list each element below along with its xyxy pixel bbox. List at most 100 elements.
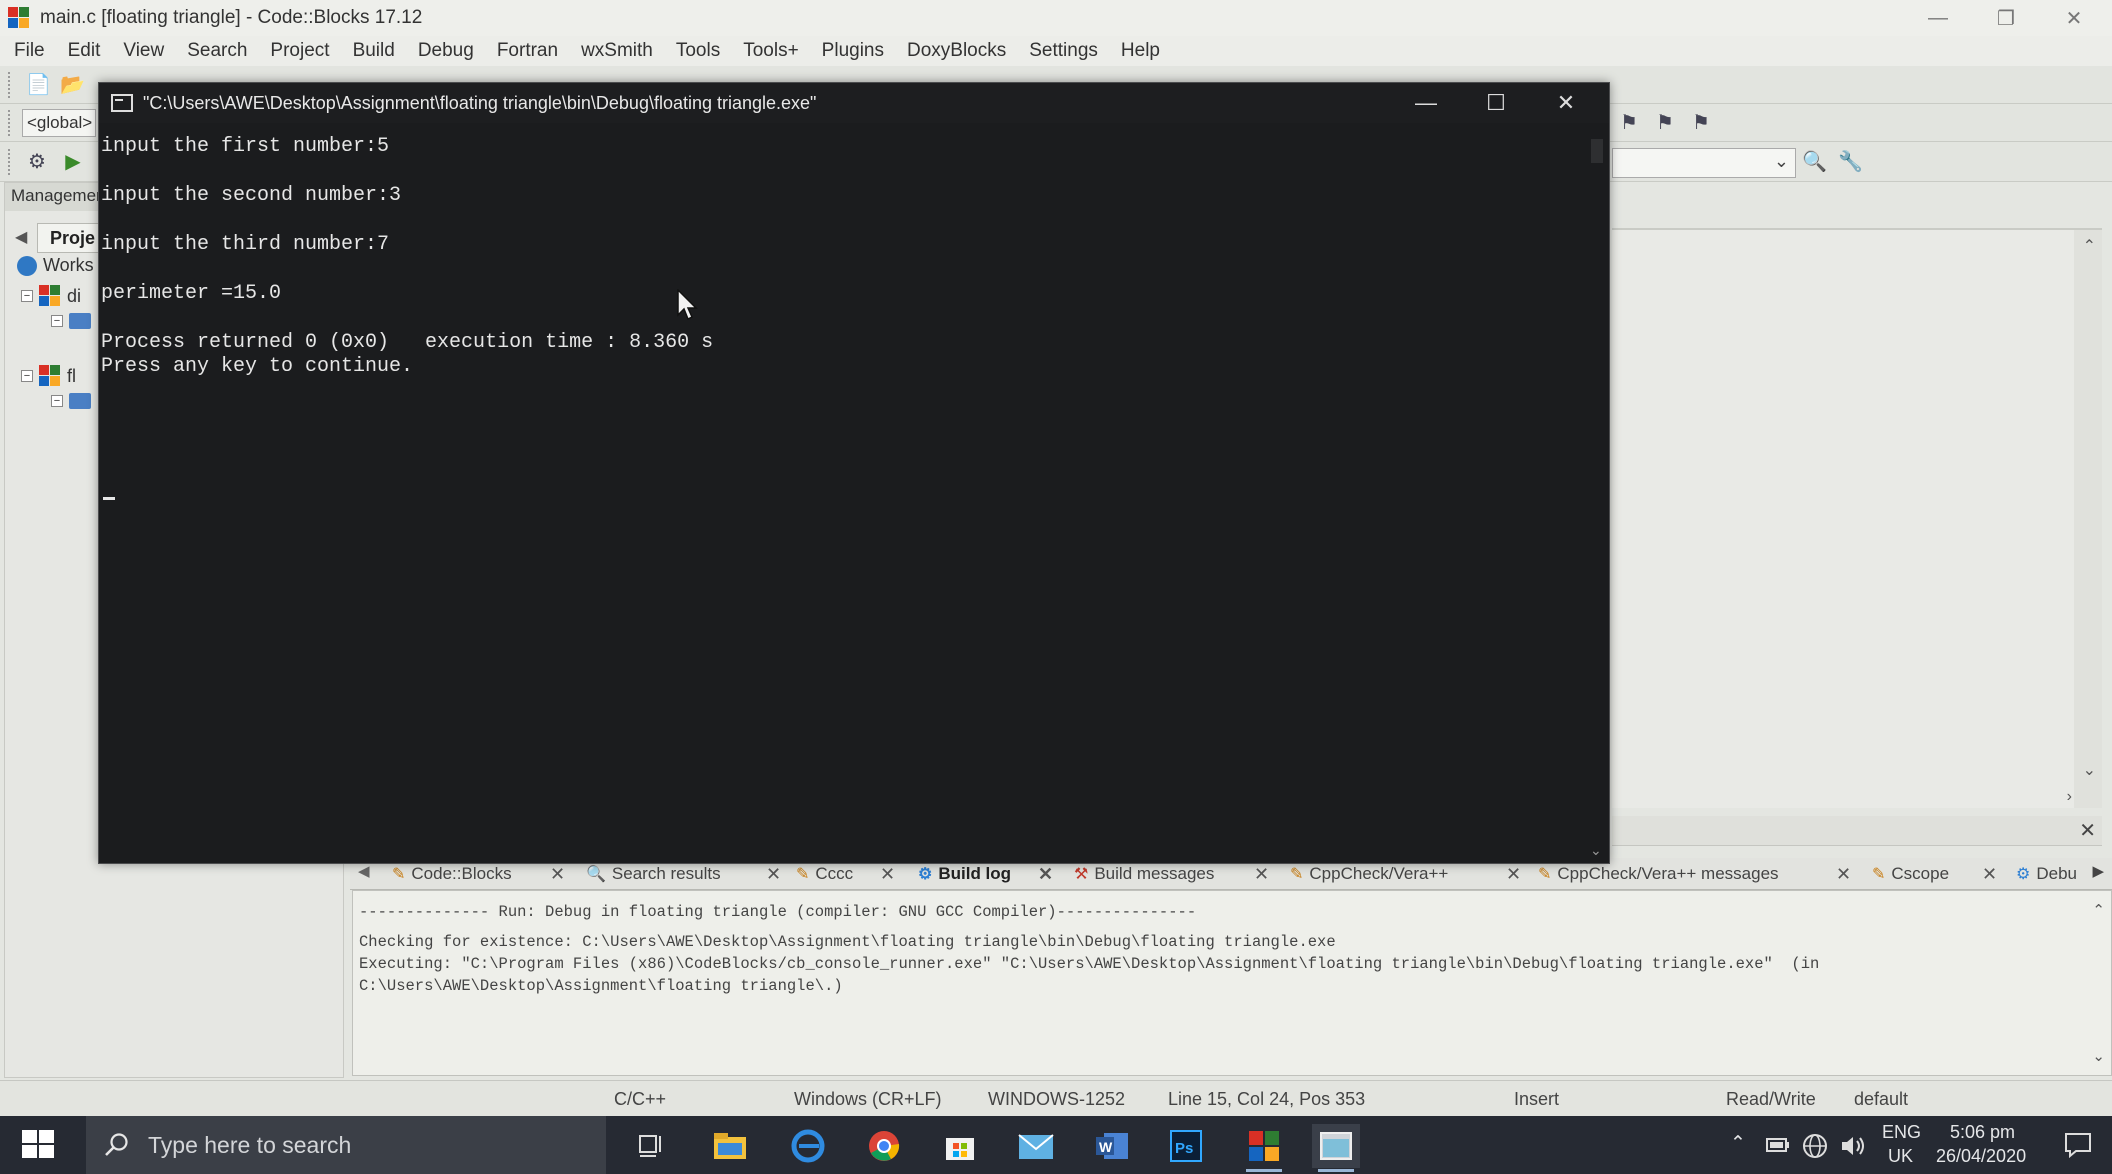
search-placeholder: Type here to search <box>148 1131 352 1158</box>
menu-build[interactable]: Build <box>353 40 395 62</box>
build-settings-icon[interactable]: ⚙ <box>26 151 48 173</box>
new-file-icon[interactable]: 📄 <box>26 74 51 96</box>
menu-view[interactable]: View <box>123 40 164 62</box>
close-icon[interactable]: ✕ <box>1982 864 1997 885</box>
file-explorer-icon[interactable] <box>706 1124 754 1168</box>
console-output[interactable]: input the first number:5 input the secon… <box>99 123 1587 863</box>
menu-plugins[interactable]: Plugins <box>822 40 884 62</box>
close-icon[interactable]: ✕ <box>766 864 781 885</box>
notification-icon[interactable] <box>2064 1132 2092 1158</box>
taskbar-search-box[interactable]: Type here to search <box>86 1116 606 1174</box>
volume-icon[interactable] <box>1840 1134 1866 1158</box>
minimize-button[interactable]: — <box>1904 0 1972 36</box>
chevron-down-icon[interactable]: ⌄ <box>2083 760 2096 780</box>
store-icon[interactable] <box>936 1124 984 1168</box>
edge-icon[interactable] <box>784 1124 832 1168</box>
mail-icon[interactable] <box>1012 1124 1060 1168</box>
chevron-left-icon[interactable]: ◀ <box>358 862 370 880</box>
close-icon[interactable]: ✕ <box>1254 864 1269 885</box>
close-icon[interactable]: ✕ <box>1836 864 1851 885</box>
build-log-output[interactable]: -------------- Run: Debug in floating tr… <box>352 890 2112 1076</box>
console-window[interactable]: "C:\Users\AWE\Desktop\Assignment\floatin… <box>98 82 1610 864</box>
tab-cscope[interactable]: ✎ Cscope ✕ <box>1872 858 1997 890</box>
tree-workspace[interactable]: Works <box>17 255 94 276</box>
bookmark-clear-icon[interactable]: ⚑ <box>1690 112 1712 134</box>
close-icon[interactable]: ✕ <box>880 864 895 885</box>
menu-search[interactable]: Search <box>187 40 247 62</box>
chevron-down-icon[interactable]: ⌄ <box>2092 1047 2105 1065</box>
bookmark-next-icon[interactable]: ⚑ <box>1654 112 1676 134</box>
battery-icon[interactable] <box>1766 1136 1790 1154</box>
menu-edit[interactable]: Edit <box>68 40 101 62</box>
toolbar-grip[interactable] <box>8 149 12 175</box>
codeblocks-taskbar-icon[interactable] <box>1240 1124 1288 1172</box>
chevron-up-icon[interactable]: ⌃ <box>1730 1132 1746 1155</box>
collapse-toggle-icon[interactable]: − <box>51 315 63 327</box>
tree-sources-1[interactable]: − <box>51 313 95 329</box>
window-titlebar[interactable]: main.c [floating triangle] - Code::Block… <box>0 0 2112 36</box>
wrench-icon[interactable]: 🔧 <box>1838 151 1863 173</box>
scope-combo[interactable]: <global> <box>22 109 96 137</box>
task-view-icon[interactable] <box>628 1124 676 1168</box>
tree-project-1[interactable]: − di <box>21 285 81 307</box>
tree-project-2[interactable]: − fl <box>21 365 76 387</box>
close-icon[interactable]: ✕ <box>1506 864 1521 885</box>
chevron-right-icon[interactable]: ▶ <box>2092 862 2104 880</box>
chrome-icon[interactable] <box>860 1124 908 1168</box>
word-icon[interactable]: W <box>1088 1124 1136 1168</box>
debug-icon: ⚙ <box>2016 866 2031 883</box>
menu-doxyblocks[interactable]: DoxyBlocks <box>907 40 1006 62</box>
tab-scroll-left-icon[interactable]: ◀ <box>15 227 27 247</box>
chevron-up-icon[interactable]: ⌃ <box>2083 236 2096 256</box>
console-taskbar-icon[interactable] <box>1312 1124 1360 1172</box>
clock-time[interactable]: 5:06 pm <box>1950 1122 2015 1143</box>
tab-debugger[interactable]: ⚙ Debu <box>2016 858 2077 890</box>
tree-sources-2[interactable]: − <box>51 393 95 409</box>
collapse-toggle-icon[interactable]: − <box>21 370 33 382</box>
folder-icon <box>69 313 91 329</box>
menu-settings[interactable]: Settings <box>1029 40 1098 62</box>
editor-vertical-scrollbar[interactable] <box>2074 230 2102 808</box>
start-icon[interactable] <box>22 1130 62 1162</box>
collapse-toggle-icon[interactable]: − <box>51 395 63 407</box>
menu-wxsmith[interactable]: wxSmith <box>581 40 653 62</box>
menu-tools-plus[interactable]: Tools+ <box>743 40 798 62</box>
close-button[interactable]: ✕ <box>2040 0 2108 36</box>
run-icon[interactable]: ▶ <box>62 151 84 173</box>
toolbar-grip[interactable] <box>8 72 12 98</box>
find-icon[interactable]: 🔍 <box>1802 151 1827 173</box>
network-icon[interactable] <box>1802 1133 1828 1159</box>
collapse-toggle-icon[interactable]: − <box>21 290 33 302</box>
scroll-thumb[interactable] <box>1591 139 1603 163</box>
console-minimize-button[interactable]: — <box>1391 83 1461 123</box>
tab-label: Cscope <box>1891 864 1950 883</box>
clock-date[interactable]: 26/04/2020 <box>1936 1146 2026 1167</box>
photoshop-icon[interactable]: Ps <box>1162 1124 1210 1168</box>
menu-fortran[interactable]: Fortran <box>497 40 558 62</box>
close-icon[interactable]: ✕ <box>2079 818 2096 843</box>
language-top[interactable]: ENG <box>1882 1122 1921 1143</box>
console-close-button[interactable]: ✕ <box>1531 83 1601 123</box>
chevron-down-icon[interactable]: ⌄ <box>1590 842 1602 859</box>
console-scrollbar[interactable]: ⌄ <box>1585 123 1609 863</box>
menu-help[interactable]: Help <box>1121 40 1160 62</box>
close-icon[interactable]: ✕ <box>550 864 565 885</box>
code-completion-combo[interactable]: ⌄ <box>1612 148 1796 178</box>
language-bottom[interactable]: UK <box>1888 1146 1913 1167</box>
chevron-up-icon[interactable]: ⌃ <box>2092 901 2105 919</box>
chevron-right-icon[interactable]: › <box>2067 788 2072 806</box>
editor-area[interactable]: ⌃ ⌄ › <box>1612 228 2102 808</box>
bookmark-icon[interactable]: ⚑ <box>1618 112 1640 134</box>
menu-file[interactable]: File <box>14 40 45 62</box>
restore-button[interactable]: ❐ <box>1972 0 2040 36</box>
console-maximize-button[interactable]: ☐ <box>1461 83 1531 123</box>
menu-debug[interactable]: Debug <box>418 40 474 62</box>
toolbar-grip[interactable] <box>8 110 12 136</box>
console-line: Process returned 0 (0x0) execution time … <box>101 331 714 354</box>
close-icon[interactable]: ✕ <box>1038 864 1053 885</box>
log-icon: ✎ <box>796 866 810 883</box>
menu-tools[interactable]: Tools <box>676 40 720 62</box>
console-titlebar[interactable]: "C:\Users\AWE\Desktop\Assignment\floatin… <box>99 83 1609 123</box>
menu-project[interactable]: Project <box>270 40 329 62</box>
open-file-icon[interactable]: 📂 <box>60 74 85 96</box>
